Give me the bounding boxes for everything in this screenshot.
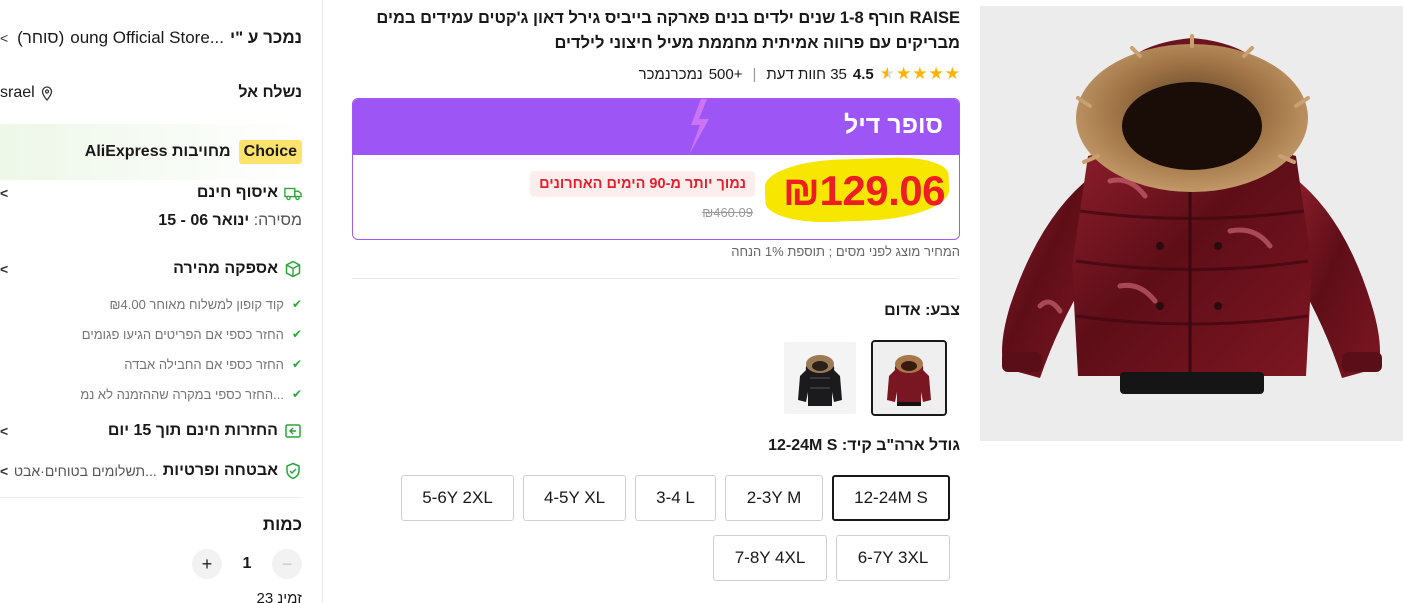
- tax-note: המחיר מוצג לפני מסים ; תוספת 1% הנחה: [731, 244, 960, 259]
- divider: [0, 497, 302, 498]
- shield-icon: [286, 462, 300, 480]
- size-option[interactable]: 5-6Y 2XL: [401, 475, 514, 521]
- black-jacket-thumbnail: [784, 342, 856, 414]
- sold-count: 500+: [708, 65, 743, 83]
- lightning-icon: [689, 99, 709, 155]
- divider: [352, 278, 959, 279]
- choice-badge: Choice: [238, 140, 302, 164]
- color-swatch-red[interactable]: [871, 340, 947, 416]
- lowest-price-badge: נמוך יותר מ-90 הימים האחרונים: [530, 171, 755, 197]
- ship-country[interactable]: srael: [0, 84, 35, 102]
- red-puffer-jacket-illustration: [1002, 34, 1382, 394]
- super-deal-box: סופר דיל ₪129.06 נמוך יותר מ-90 הימים הא…: [352, 98, 960, 240]
- sold-label: נמכרנמכר: [638, 65, 703, 83]
- service-sidebar: < (סוחר) oung Official Store... נמכר ע "…: [0, 0, 323, 603]
- free-pickup-title: איסוף חינם: [196, 184, 278, 201]
- return-box-icon: [285, 424, 301, 438]
- free-returns-section[interactable]: < החזרות חינם תוך 15 יום: [0, 418, 302, 444]
- seller-store-name[interactable]: oung Official Store...: [70, 28, 224, 48]
- choice-text: AliExpress מחויבות: [84, 143, 231, 160]
- chevron-left-icon: <: [0, 261, 9, 277]
- red-jacket-thumbnail: [873, 342, 945, 414]
- check-icon: ✔: [291, 327, 302, 341]
- quantity-plus-button[interactable]: +: [192, 549, 222, 579]
- reviews-label: חוות דעת: [766, 65, 827, 83]
- feature-text: ₪4.00 קוד קופון למשלוח מאוחר: [109, 296, 284, 312]
- choice-commitment: AliExpress מחויבות Choice: [0, 138, 302, 166]
- super-deal-header: סופר דיל: [353, 99, 959, 155]
- free-returns-title: החזרות חינם תוך 15 יום: [107, 422, 278, 439]
- location-pin-icon: [41, 85, 52, 101]
- chevron-left-icon: <: [0, 463, 9, 479]
- truck-icon: [284, 187, 302, 201]
- chevron-left-icon: <: [0, 423, 9, 439]
- star-icon: ★: [896, 64, 912, 83]
- quantity-minus-button[interactable]: −: [272, 549, 302, 579]
- size-option[interactable]: 4-5Y XL: [523, 475, 626, 521]
- color-label: צבע: אדום: [884, 302, 960, 319]
- divider: |: [752, 65, 757, 83]
- star-icon: ★: [944, 64, 960, 83]
- ship-to-label: נשלח אל: [238, 84, 302, 101]
- rating-stars: ★ ★ ★ ★ ★: [880, 64, 960, 84]
- quantity-value[interactable]: 1: [238, 555, 256, 573]
- fast-delivery-section[interactable]: < אספקה מהירה ₪4.00 קוד קופון למשלוח מאו…: [0, 256, 302, 409]
- star-half-icon: ★: [879, 64, 895, 83]
- seller-link[interactable]: (סוחר): [17, 28, 64, 48]
- size-option[interactable]: 3-4 L: [635, 475, 716, 521]
- free-pickup-section[interactable]: < איסוף חינם מסירה: ינואר 06 - 15: [0, 180, 302, 236]
- quantity-label: כמות: [262, 515, 302, 534]
- size-option[interactable]: 7-8Y 4XL: [713, 535, 827, 581]
- quantity-stepper: + 1 −: [0, 548, 302, 580]
- star-icon: ★: [912, 64, 928, 83]
- security-section[interactable]: < תשלומים בטוחים·אבט... אבטחה ופרטיות: [0, 458, 302, 484]
- package-icon: [285, 260, 301, 278]
- security-title: אבטחה ופרטיות: [162, 462, 278, 479]
- availability-text: 23 זמינ: [256, 590, 302, 603]
- chevron-left-icon: <: [0, 185, 9, 201]
- size-option[interactable]: 12-24M S: [832, 475, 950, 521]
- security-subtitle: תשלומים בטוחים·אבט...: [13, 463, 157, 479]
- current-price: ₪129.06: [782, 167, 946, 214]
- super-deal-title: סופר דיל: [843, 111, 943, 139]
- size-option[interactable]: 6-7Y 3XL: [836, 535, 950, 581]
- feature-text: החזר כספי אם הפריטים הגיעו פגומים: [81, 326, 284, 342]
- delivery-dates: ינואר 06 - 15: [158, 212, 250, 229]
- original-price: ₪460.09: [702, 205, 753, 220]
- ship-to-row[interactable]: srael נשלח אל: [0, 78, 302, 108]
- star-icon: ★: [928, 64, 944, 83]
- size-label: גודל ארה"ב קיד: 12-24M S: [768, 437, 960, 454]
- check-icon: ✔: [291, 357, 302, 371]
- feature-text: החזר כספי במקרה שההזמנה לא נמ...: [80, 386, 284, 402]
- reviews-link[interactable]: 35 חוות דעת: [766, 66, 846, 83]
- seller-label: נמכר ע "י: [229, 28, 302, 47]
- check-icon: ✔: [291, 297, 302, 311]
- rating-value: 4.5: [852, 65, 874, 83]
- delivery-label: מסירה:: [253, 212, 302, 229]
- size-option[interactable]: 2-3Y M: [725, 475, 823, 521]
- check-icon: ✔: [291, 387, 302, 401]
- product-title: RAISE חורף 1-8 שנים ילדים בנים פארקה ביי…: [376, 9, 960, 52]
- fast-delivery-title: אספקה מהירה: [173, 260, 278, 277]
- seller-row[interactable]: < (סוחר) oung Official Store... נמכר ע "…: [0, 22, 302, 54]
- reviews-count: 35: [830, 65, 847, 83]
- feature-text: החזר כספי אם החבילה אבדה: [124, 356, 284, 372]
- chevron-left-icon: <: [0, 30, 9, 46]
- color-swatch-black[interactable]: [782, 340, 858, 416]
- price-block: ₪129.06: [763, 155, 951, 225]
- rating-row: ★ ★ ★ ★ ★ 4.5 35 חוות דעת | 500+ נמכרנמכ…: [639, 63, 960, 85]
- product-main-image[interactable]: [980, 6, 1403, 441]
